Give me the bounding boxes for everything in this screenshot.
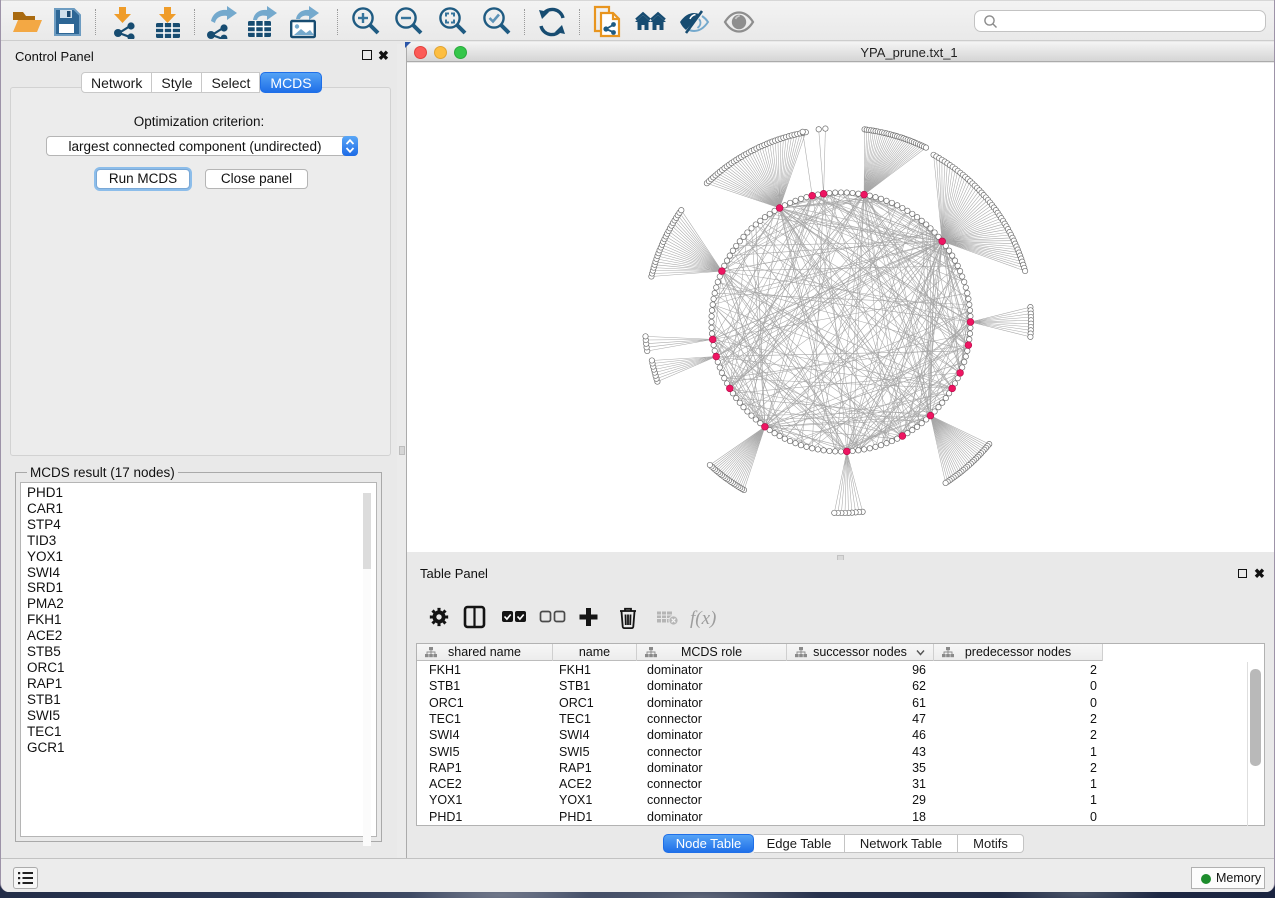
svg-text:f(x): f(x) xyxy=(690,608,716,629)
